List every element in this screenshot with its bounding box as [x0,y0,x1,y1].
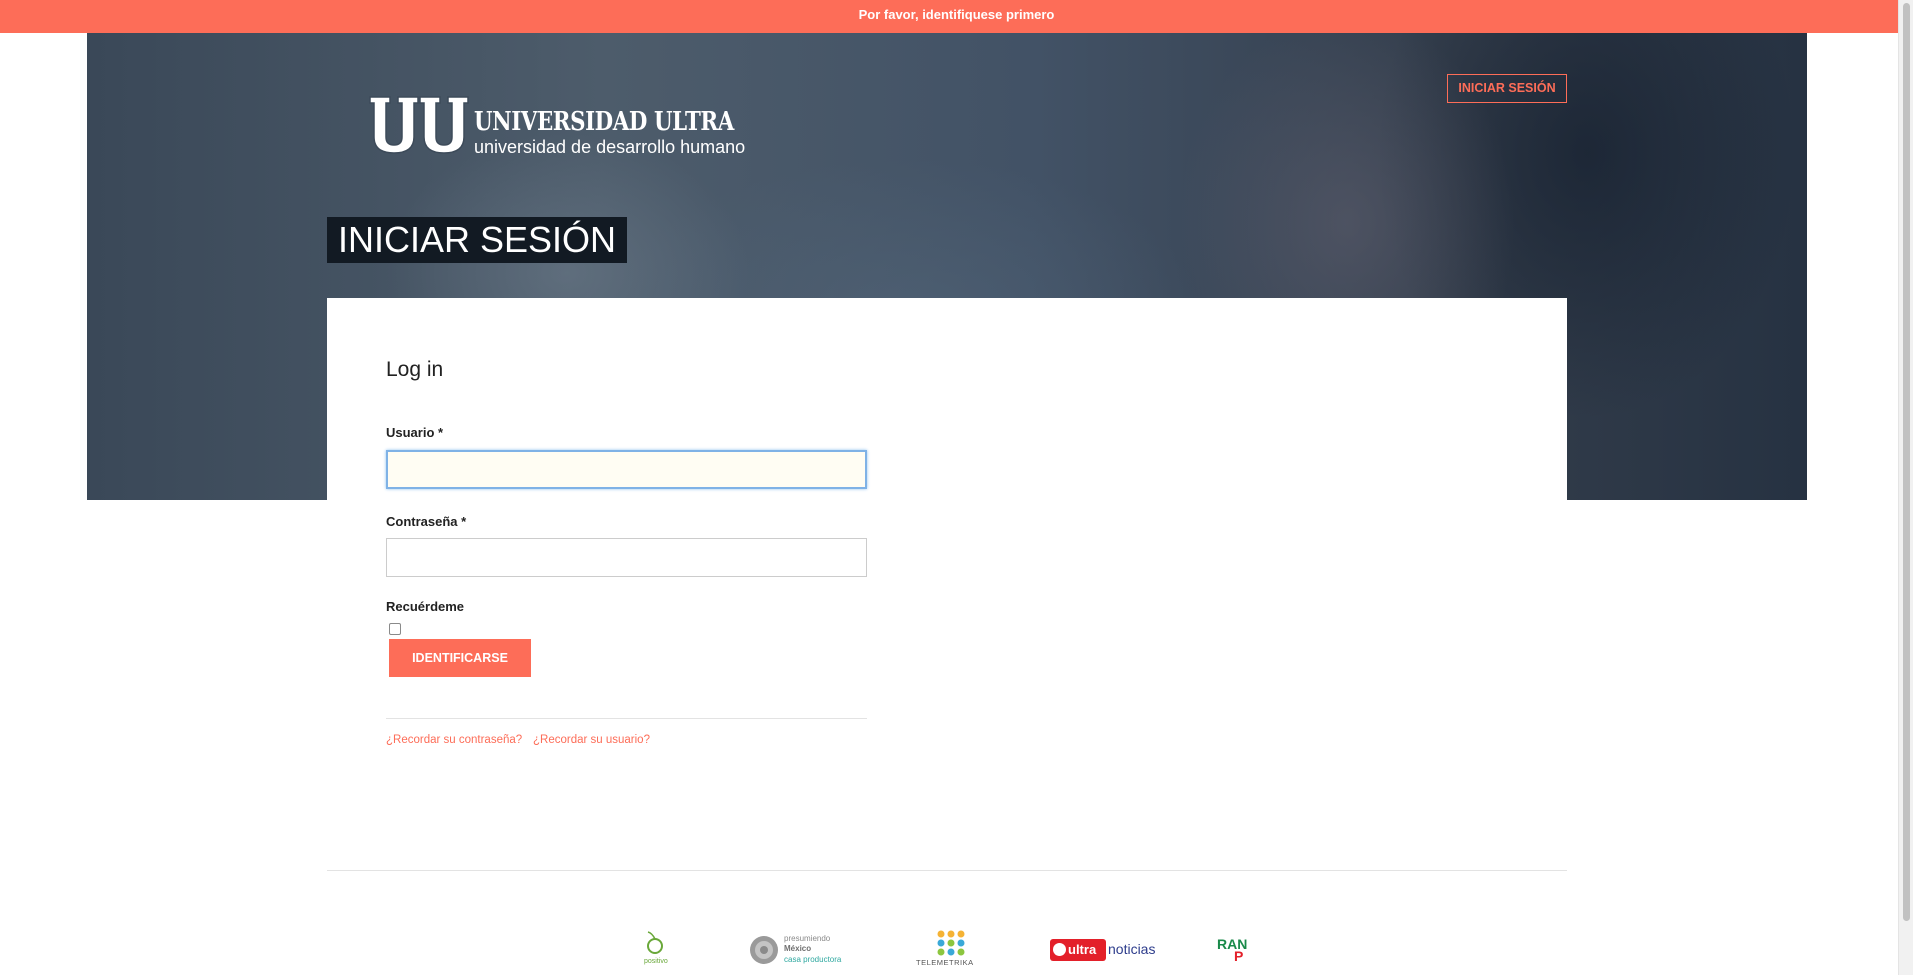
scrollbar-thumb[interactable] [1903,3,1910,921]
remember-me-checkbox[interactable] [389,623,401,635]
positivo-apple-icon [647,931,663,954]
header-login-button[interactable]: INICIAR SESIÓN [1447,74,1567,103]
university-logo[interactable]: UU UNIVERSIDAD ULTRA universidad de desa… [368,95,746,157]
ultra-dot-icon [1053,943,1066,956]
username-label: Usuario * [386,425,444,440]
password-label: Contraseña * [386,514,467,529]
ultra-badge-text: ultra [1068,942,1097,957]
presumiendo-calendar-icon [750,936,778,964]
sponsor-positivo-logo[interactable]: positivo [640,930,684,970]
alert-message: Por favor, identifiquese primero [858,7,1055,22]
password-input[interactable] [386,538,867,577]
mexico-text: México [784,944,812,953]
sponsor-telemetrika-logo[interactable]: TELEMETRIKA [914,930,990,970]
ultra-badge: ultra [1050,939,1106,961]
logo-title: UNIVERSIDAD ULTRA [474,107,734,137]
telemetrika-dots-icon [937,930,965,956]
ranch-bottom-text: P [1234,948,1244,964]
page-scrollbar[interactable] [1898,0,1913,975]
sponsor-ranch-logo[interactable]: RAN P [1217,936,1248,966]
login-card: Log in Usuario * Contraseña * Recuérdeme… [327,298,1567,870]
form-title: Log in [386,358,444,381]
sponsor-presumiendo-mexico-logo[interactable]: presumiendo México casa productora [748,932,858,970]
sponsor-ultra-noticias-logo[interactable]: ultra noticias [1050,939,1160,961]
login-required-alert: Por favor, identifiquese primero [0,0,1913,33]
logo-subtitle: universidad de desarrollo humano [474,137,746,157]
noticias-text: noticias [1108,941,1156,957]
forgot-password-link[interactable]: ¿Recordar su contraseña? [386,734,522,746]
uu-logo-icon: UU [369,96,469,154]
positivo-text: positivo [644,958,668,965]
username-input[interactable] [386,450,867,489]
login-submit-button[interactable]: IDENTIFICARSE [389,639,531,677]
remember-me-label: Recuérdeme [386,599,465,614]
forgot-username-link[interactable]: ¿Recordar su usuario? [533,734,650,746]
footer-divider [327,870,1567,871]
form-divider [386,718,867,719]
casa-productora-text: casa productora [784,955,842,964]
telemetrika-text: TELEMETRIKA [916,958,974,967]
page-title: INICIAR SESIÓN [327,217,628,263]
presumiendo-text: presumiendo [784,934,831,943]
